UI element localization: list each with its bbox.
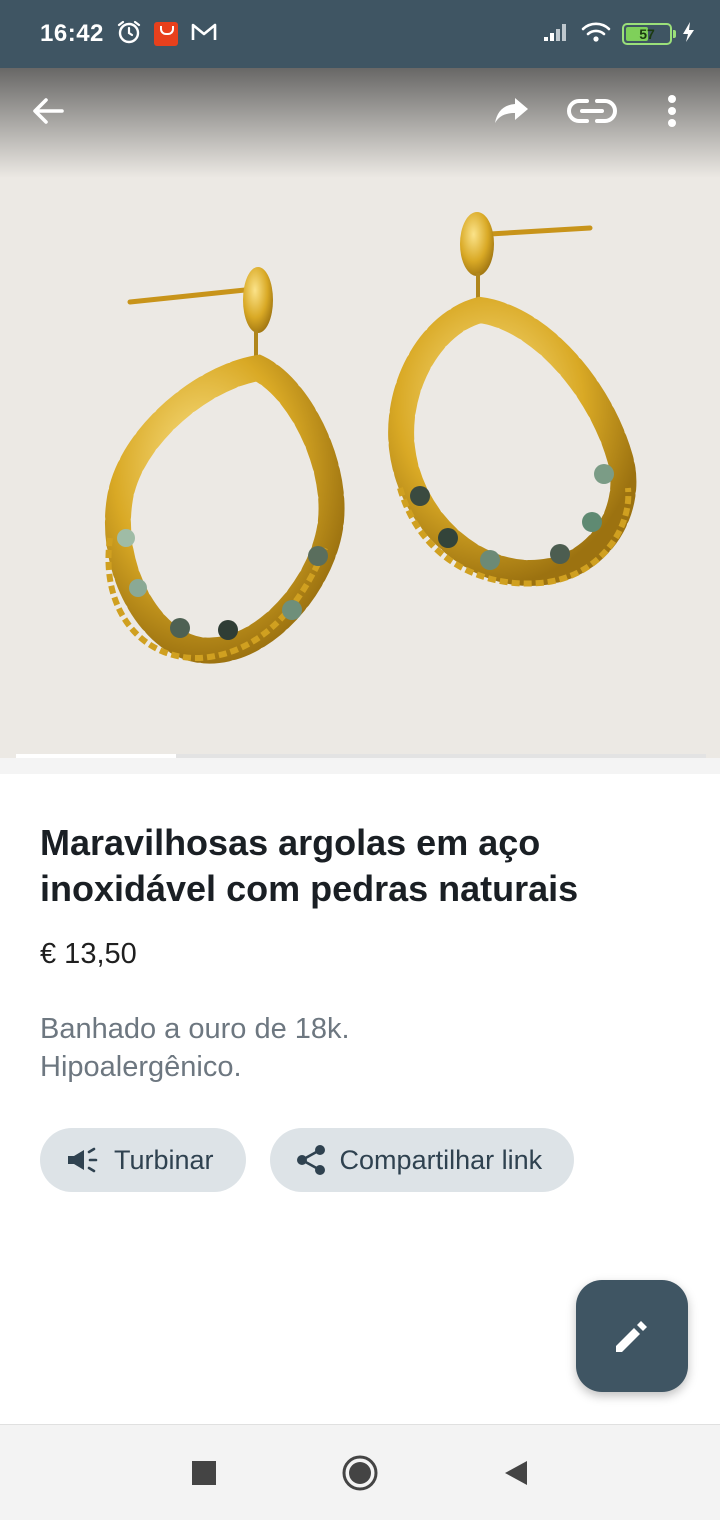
product-image[interactable] [0, 68, 720, 758]
back-arrow-button[interactable] [20, 83, 76, 139]
megaphone-icon [68, 1147, 98, 1173]
copy-link-button[interactable] [564, 83, 620, 139]
left-earring [104, 267, 345, 664]
status-bar: 16:42 57 [0, 0, 720, 68]
product-description: Banhado a ouro de 18k. Hipoalergênico. [40, 1013, 350, 1083]
notification-icons [116, 19, 218, 50]
arrow-left-icon [33, 98, 64, 124]
home-icon [342, 1455, 378, 1490]
battery-level: 57 [639, 26, 655, 42]
share-link-button[interactable]: Compartilhar link [269, 1128, 575, 1192]
action-buttons: Turbinar Compartilhar link [40, 1128, 575, 1192]
battery-icon: 57 [622, 23, 676, 45]
system-nav-bar [0, 1424, 720, 1520]
right-earring [388, 212, 637, 587]
more-options-button[interactable] [644, 83, 700, 139]
image-page-indicator-thumb [16, 754, 176, 758]
product-title: Maravilhosas argolas em aço inoxidável c… [40, 822, 579, 909]
aliexpress-icon [153, 22, 178, 46]
signal-icon [542, 21, 570, 48]
recent-apps-icon [192, 1460, 216, 1485]
more-vert-icon [668, 95, 676, 127]
forward-share-button[interactable] [484, 83, 540, 139]
share-link-label: Compartilhar link [339, 1144, 543, 1175]
boost-label: Turbinar [114, 1144, 214, 1175]
home-button[interactable] [338, 1451, 382, 1495]
edit-pencil-icon [616, 1321, 647, 1352]
wifi-icon [580, 20, 612, 49]
image-page-indicator [16, 754, 706, 758]
boost-button[interactable]: Turbinar [40, 1128, 246, 1192]
recent-apps-button[interactable] [182, 1451, 226, 1495]
share-forward-icon [495, 98, 528, 123]
toolbar [0, 68, 720, 154]
product-price: € 13,50 [40, 938, 137, 970]
image-bottom-strip [0, 758, 720, 774]
status-time: 16:42 [40, 20, 104, 47]
link-icon [567, 99, 617, 123]
system-icons: 57 [542, 20, 696, 49]
alarm-icon [116, 19, 142, 50]
back-nav-button[interactable] [494, 1451, 538, 1495]
edit-fab[interactable] [576, 1280, 688, 1392]
share-icon [296, 1145, 325, 1175]
gmail-icon [190, 21, 218, 48]
charging-icon [682, 21, 696, 48]
back-icon [505, 1460, 527, 1485]
